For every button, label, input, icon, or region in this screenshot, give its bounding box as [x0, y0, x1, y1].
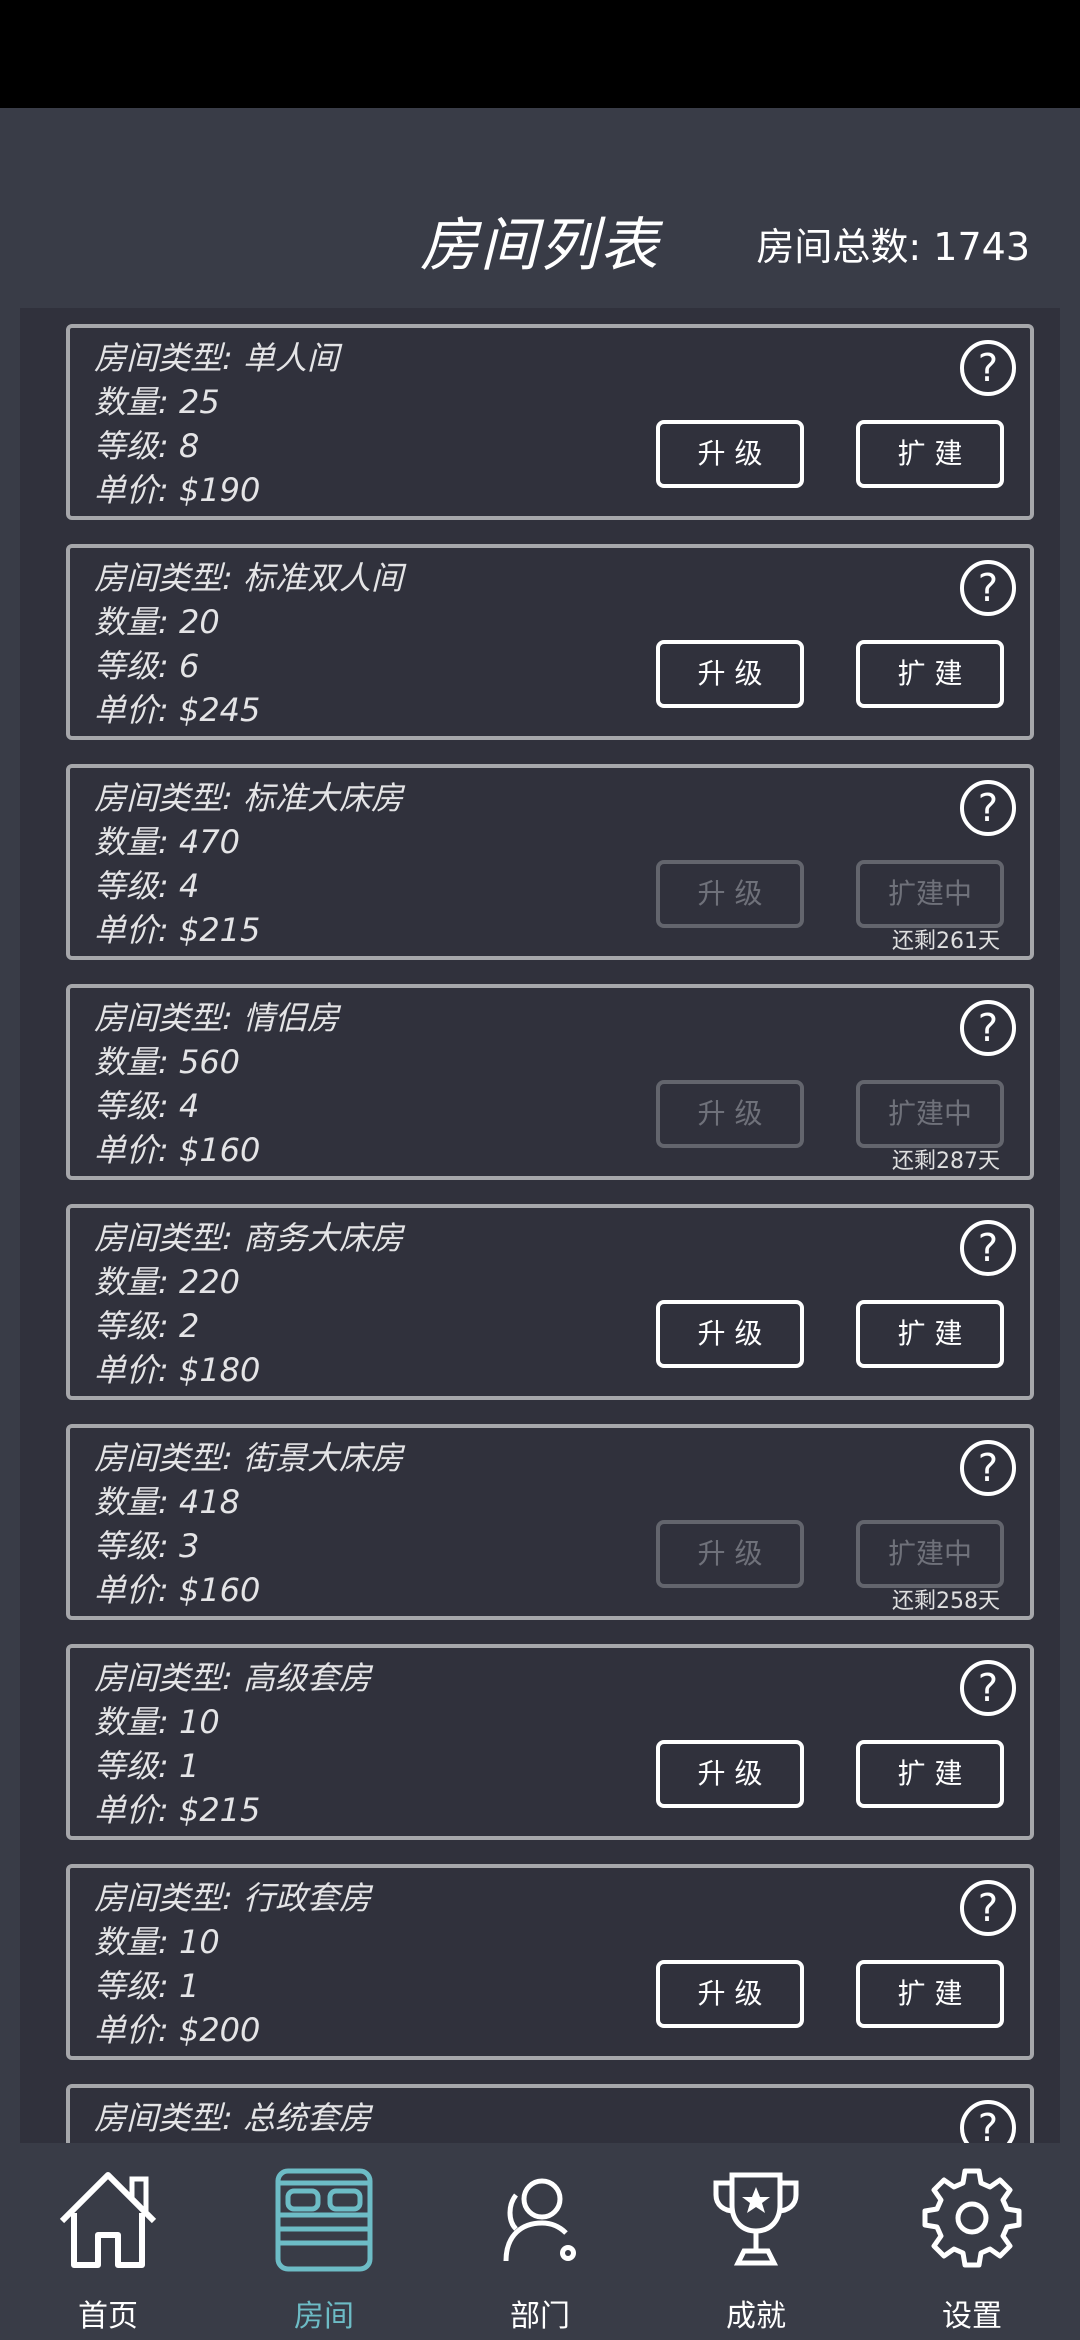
- room-price-label: 单价: $200: [94, 2011, 261, 2049]
- help-icon[interactable]: ?: [960, 1880, 1016, 1936]
- room-card: 房间类型: 单人间 数量: 25 等级: 8 单价: $190? 升 级扩 建: [66, 324, 1034, 520]
- room-card: 房间类型: 情侣房 数量: 560 等级: 4 单价: $160? 升 级扩建中 还剩28…: [66, 984, 1034, 1180]
- room-level-label: 等级: 2: [94, 1307, 200, 1345]
- home-icon: [59, 2172, 157, 2268]
- bottom-nav: 首页 房间 部门 成就 设置: [0, 2143, 1080, 2340]
- upgrade-button[interactable]: 升 级: [656, 860, 804, 928]
- room-type-label: 房间类型: 标准大床房: [94, 779, 403, 817]
- room-list[interactable]: 房间类型: 单人间 数量: 25 等级: 8 单价: $190? 升 级扩 建房间类型:…: [20, 308, 1060, 2143]
- total-rooms-count: 房间总数: 1743: [756, 225, 1030, 269]
- room-price-label: 单价: $190: [94, 471, 261, 509]
- remaining-days-label: 还剩258天: [892, 1589, 1000, 1614]
- expand-button[interactable]: 扩 建: [856, 1960, 1004, 2028]
- room-price-label: 单价: $160: [94, 1131, 261, 1169]
- room-count-label: 数量: 25: [94, 383, 220, 421]
- remaining-days-label: 还剩287天: [892, 1149, 1000, 1174]
- upgrade-button[interactable]: 升 级: [656, 1300, 804, 1368]
- bed-icon: [275, 2168, 373, 2272]
- remaining-days-label: 还剩261天: [892, 929, 1000, 954]
- expand-button[interactable]: 扩 建: [856, 1740, 1004, 1808]
- nav-item-achievements[interactable]: 成就: [648, 2143, 864, 2340]
- room-card: 房间类型: 行政套房 数量: 10 等级: 1 单价: $200? 升 级扩 建: [66, 1864, 1034, 2060]
- room-level-label: 等级: 4: [94, 1087, 200, 1125]
- upgrade-button[interactable]: 升 级: [656, 640, 804, 708]
- room-count-label: 数量: 220: [94, 1263, 241, 1301]
- upgrade-button[interactable]: 升 级: [656, 420, 804, 488]
- expand-button[interactable]: 扩 建: [856, 640, 1004, 708]
- room-type-label: 房间类型: 情侣房: [94, 999, 339, 1037]
- trophy-icon: [713, 2172, 799, 2266]
- room-type-label: 房间类型: 高级套房: [94, 1659, 371, 1697]
- room-card: 房间类型: 总统套房?升 级扩 建: [66, 2084, 1034, 2143]
- help-icon[interactable]: ?: [960, 1660, 1016, 1716]
- nav-label-departments: 部门: [510, 2299, 570, 2334]
- nav-item-settings[interactable]: 设置: [864, 2143, 1080, 2340]
- status-bar: [0, 0, 1080, 108]
- room-level-label: 等级: 1: [94, 1967, 200, 2005]
- room-price-label: 单价: $215: [94, 911, 261, 949]
- expanding-button[interactable]: 扩建中: [856, 1520, 1004, 1588]
- room-type-label: 房间类型: 行政套房: [94, 1879, 371, 1917]
- room-count-label: 数量: 20: [94, 603, 220, 641]
- room-level-label: 等级: 1: [94, 1747, 200, 1785]
- nav-item-rooms[interactable]: 房间: [216, 2143, 432, 2340]
- help-icon[interactable]: ?: [960, 1220, 1016, 1276]
- room-count-label: 数量: 470: [94, 823, 241, 861]
- nav-label-home: 首页: [78, 2299, 138, 2334]
- room-price-label: 单价: $215: [94, 1791, 261, 1829]
- upgrade-button[interactable]: 升 级: [656, 1080, 804, 1148]
- upgrade-button[interactable]: 升 级: [656, 1520, 804, 1588]
- room-card: 房间类型: 街景大床房 数量: 418 等级: 3 单价: $160? 升 级扩建中 还剩…: [66, 1424, 1034, 1620]
- help-icon[interactable]: ?: [960, 1000, 1016, 1056]
- nav-item-home[interactable]: 首页: [0, 2143, 216, 2340]
- room-price-label: 单价: $180: [94, 1351, 261, 1389]
- room-type-label: 房间类型: 单人间: [94, 339, 339, 377]
- room-price-label: 单价: $245: [94, 691, 261, 729]
- upgrade-button[interactable]: 升 级: [656, 1740, 804, 1808]
- help-icon[interactable]: ?: [960, 780, 1016, 836]
- room-type-label: 房间类型: 商务大床房: [94, 1219, 403, 1257]
- upgrade-button[interactable]: 升 级: [656, 1960, 804, 2028]
- room-count-label: 数量: 418: [94, 1483, 241, 1521]
- help-icon[interactable]: ?: [960, 1440, 1016, 1496]
- nav-item-departments[interactable]: 部门: [432, 2143, 648, 2340]
- expand-button[interactable]: 扩 建: [856, 420, 1004, 488]
- expanding-button[interactable]: 扩建中: [856, 1080, 1004, 1148]
- room-card: 房间类型: 商务大床房 数量: 220 等级: 2 单价: $180? 升 级扩 建: [66, 1204, 1034, 1400]
- room-count-label: 数量: 10: [94, 1703, 220, 1741]
- room-type-label: 房间类型: 标准双人间: [94, 559, 403, 597]
- room-level-label: 等级: 8: [94, 427, 200, 465]
- room-type-label: 房间类型: 街景大床房: [94, 1439, 403, 1477]
- nav-label-rooms: 房间: [294, 2299, 354, 2334]
- expand-button[interactable]: 扩 建: [856, 1300, 1004, 1368]
- nav-label-settings: 设置: [942, 2299, 1002, 2334]
- room-price-label: 单价: $160: [94, 1571, 261, 1609]
- room-card: 房间类型: 标准双人间 数量: 20 等级: 6 单价: $245? 升 级扩 建: [66, 544, 1034, 740]
- room-count-label: 数量: 10: [94, 1923, 220, 1961]
- room-card: 房间类型: 标准大床房 数量: 470 等级: 4 单价: $215? 升 级扩建中 还剩…: [66, 764, 1034, 960]
- room-count-label: 数量: 560: [94, 1043, 241, 1081]
- gear-icon: [922, 2168, 1022, 2268]
- room-card: 房间类型: 高级套房 数量: 10 等级: 1 单价: $215? 升 级扩 建: [66, 1644, 1034, 1840]
- help-icon[interactable]: ?: [960, 2100, 1016, 2143]
- page-title: 房间列表: [420, 211, 661, 279]
- staff-settings-icon: [503, 2178, 576, 2262]
- room-level-label: 等级: 4: [94, 867, 200, 905]
- room-level-label: 等级: 6: [94, 647, 200, 685]
- help-icon[interactable]: ?: [960, 560, 1016, 616]
- room-type-label: 房间类型: 总统套房: [94, 2099, 371, 2137]
- help-icon[interactable]: ?: [960, 340, 1016, 396]
- room-level-label: 等级: 3: [94, 1527, 200, 1565]
- nav-label-achievements: 成就: [726, 2299, 786, 2334]
- expanding-button[interactable]: 扩建中: [856, 860, 1004, 928]
